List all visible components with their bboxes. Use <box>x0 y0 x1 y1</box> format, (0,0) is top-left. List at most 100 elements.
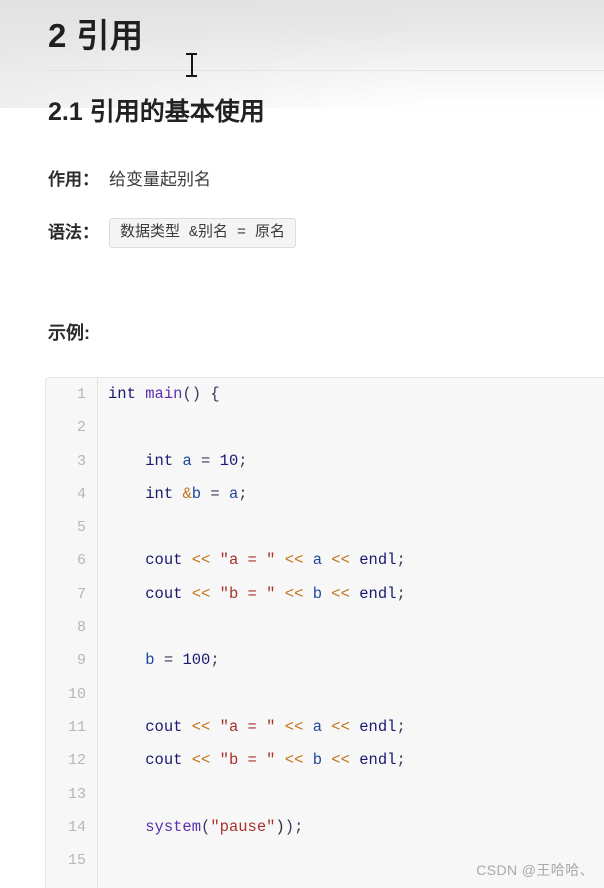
code-token: << <box>182 751 220 770</box>
code-token: << <box>275 717 313 736</box>
example-label: 示例: <box>48 323 90 343</box>
code-token: system <box>145 817 202 836</box>
code-line[interactable]: cout << "a = " << a << endl; <box>108 544 604 577</box>
code-line-number: 2 <box>76 419 86 437</box>
code-token: b <box>145 651 155 670</box>
code-token: ) <box>275 817 285 836</box>
code-line[interactable]: cout << "b = " << b << endl; <box>108 578 604 611</box>
code-token: "b = " <box>219 584 276 603</box>
code-line[interactable] <box>108 511 604 544</box>
code-line-number: 9 <box>76 652 86 670</box>
ibeam-stem <box>191 54 193 76</box>
code-line-number: 11 <box>67 718 86 736</box>
code-line-number: 4 <box>76 485 86 503</box>
code-block[interactable]: 1 2 3 4 5 6 7 8 9 10 11 12 13 14 15 int main() { int a… <box>45 377 604 888</box>
code-token: ( <box>201 817 211 836</box>
code-line[interactable] <box>108 611 604 644</box>
code-line[interactable]: cout << "b = " << b << endl; <box>108 744 604 777</box>
code-token: ; <box>396 717 406 736</box>
code-line[interactable]: int &b = a; <box>108 478 604 511</box>
code-token: a <box>312 551 322 570</box>
code-token: endl <box>359 717 397 736</box>
code-token: endl <box>359 584 397 603</box>
code-token: int <box>145 451 183 470</box>
code-token: main <box>145 385 183 403</box>
code-line[interactable]: cout << "a = " << a << endl; <box>108 711 604 744</box>
code-line-number: 1 <box>76 386 86 403</box>
document-page: 2 引用 2.1 引用的基本使用 作用： 给变量起别名 语法： 数据类型 &别名 =… <box>0 0 604 888</box>
code-lines[interactable]: int main() { int a = 10; int &b = a; cou… <box>98 378 604 877</box>
code-token: ); <box>284 817 304 836</box>
code-line[interactable] <box>108 678 604 711</box>
code-line-number: 8 <box>76 619 86 637</box>
code-line[interactable] <box>108 778 604 811</box>
code-token: b <box>312 751 322 770</box>
csdn-watermark: CSDN @王哈哈、 <box>476 862 594 878</box>
page-title: 2 引用 <box>48 17 144 54</box>
code-token: a <box>182 451 192 470</box>
code-token: "pause" <box>210 817 276 836</box>
code-token: cout <box>145 717 183 736</box>
code-token: & <box>182 484 192 503</box>
code-line[interactable]: b = 100; <box>108 644 604 677</box>
code-line-number: 5 <box>76 519 86 537</box>
purpose-value: 给变量起别名 <box>109 170 211 189</box>
code-token: 10 <box>219 451 239 470</box>
code-line-number: 6 <box>76 552 86 570</box>
code-line-number: 3 <box>76 452 86 470</box>
code-line-number: 14 <box>67 818 86 836</box>
code-line-number: 12 <box>67 752 86 770</box>
code-token: << <box>182 584 220 603</box>
code-line[interactable]: int main() { <box>108 378 604 411</box>
code-line-number: 15 <box>67 852 86 870</box>
code-token: "a = " <box>219 551 276 570</box>
code-line-number-gutter: 1 2 3 4 5 6 7 8 9 10 11 12 13 14 15 <box>46 378 98 888</box>
text-ibeam-cursor <box>186 52 197 78</box>
code-token: = <box>154 651 183 670</box>
code-token: ; <box>210 651 220 670</box>
code-token: cout <box>145 751 183 770</box>
code-token: = <box>201 484 229 503</box>
code-token: << <box>182 717 220 736</box>
code-token: "a = " <box>219 717 276 736</box>
code-line[interactable]: system("pause")); <box>108 811 604 844</box>
purpose-label: 作用： <box>48 170 99 189</box>
code-token: int <box>108 385 146 403</box>
syntax-label: 语法： <box>48 223 99 242</box>
code-token: ; <box>238 484 248 503</box>
code-token: endl <box>359 551 397 570</box>
code-token: b <box>312 584 322 603</box>
code-token: b <box>191 484 202 503</box>
code-token: ; <box>396 551 406 570</box>
code-token: a <box>228 484 239 503</box>
code-token: int <box>145 484 183 503</box>
code-token: << <box>322 751 360 770</box>
code-line[interactable] <box>108 411 604 444</box>
code-token: << <box>182 551 220 570</box>
purpose-paragraph: 作用： 给变量起别名 <box>48 167 211 193</box>
code-token: << <box>322 551 360 570</box>
code-token: ; <box>238 451 248 470</box>
code-token: ; <box>396 584 406 603</box>
code-token: ; <box>396 751 406 770</box>
code-token: << <box>322 584 360 603</box>
code-line[interactable]: int a = 10; <box>108 445 604 478</box>
code-token: cout <box>145 584 183 603</box>
code-token: endl <box>359 751 397 770</box>
code-token: = <box>191 451 220 470</box>
code-token: << <box>275 551 313 570</box>
code-line-number: 10 <box>67 685 86 703</box>
title-divider <box>48 70 604 71</box>
syntax-inline-code: 数据类型 &别名 = 原名 <box>109 218 297 248</box>
code-token: << <box>322 717 360 736</box>
code-line-number: 13 <box>67 785 86 803</box>
syntax-paragraph: 语法： 数据类型 &别名 = 原名 <box>48 218 297 248</box>
code-line-number: 7 <box>76 585 86 603</box>
